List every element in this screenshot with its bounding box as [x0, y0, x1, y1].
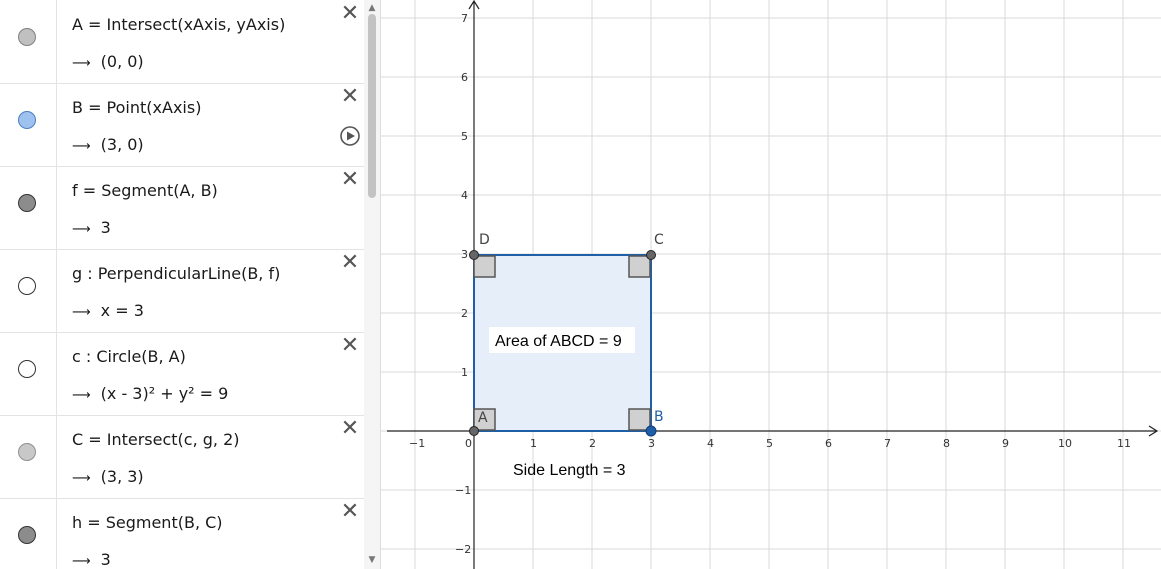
algebra-item[interactable]: f = Segment(A, B) ⟶ 3 ✕	[0, 166, 364, 250]
area-text[interactable]: Area of ABCD = 9	[495, 333, 622, 350]
algebra-item[interactable]: A = Intersect(xAxis, yAxis) ⟶ (0, 0) ✕	[0, 0, 364, 84]
item-definition[interactable]: f = Segment(A, B)	[72, 181, 218, 200]
marble-column	[0, 166, 57, 249]
marble-column	[0, 498, 57, 569]
graphics-view[interactable]: −1 0 1 2 3 4 5 6 7 8 9 10 11 7 6 5 4 3 2 1 −1 −2 A B C D Area…	[381, 0, 1161, 569]
item-value-text: 3	[100, 218, 111, 237]
item-value: ⟶ x = 3	[72, 301, 144, 320]
x-tick-label: 0	[465, 437, 472, 450]
item-value-text: 3	[100, 550, 111, 569]
item-value-text: (3, 3)	[100, 467, 144, 486]
algebra-scrollbar[interactable]: ▲ ▼	[364, 0, 380, 569]
y-tick-label: 5	[461, 130, 468, 143]
point-d[interactable]	[469, 250, 479, 260]
x-tick-label: 1	[530, 437, 537, 450]
side-length-text[interactable]: Side Length = 3	[513, 462, 626, 479]
marble-column	[0, 249, 57, 332]
close-icon[interactable]: ✕	[338, 85, 362, 109]
point-c[interactable]	[646, 250, 656, 260]
x-tick-label: −1	[409, 437, 425, 450]
item-definition[interactable]: c : Circle(B, A)	[72, 347, 186, 366]
item-value: ⟶ 3	[72, 550, 111, 569]
visibility-toggle-icon[interactable]	[18, 443, 36, 461]
x-tick-label: 11	[1117, 437, 1131, 450]
close-icon[interactable]: ✕	[338, 2, 362, 26]
visibility-toggle-icon[interactable]	[18, 277, 36, 295]
item-value: ⟶ 3	[72, 218, 111, 237]
right-angle-marker-d	[473, 255, 496, 278]
x-tick-label: 2	[589, 437, 596, 450]
play-animation-icon[interactable]	[339, 125, 361, 147]
y-tick-label: −1	[455, 484, 471, 497]
scroll-thumb[interactable]	[368, 14, 376, 198]
visibility-toggle-icon[interactable]	[18, 360, 36, 378]
output-arrow-icon: ⟶	[72, 305, 91, 320]
label-c: C	[654, 232, 664, 248]
close-icon[interactable]: ✕	[338, 251, 362, 275]
item-definition[interactable]: C = Intersect(c, g, 2)	[72, 430, 240, 449]
close-icon[interactable]: ✕	[338, 417, 362, 441]
scroll-up-icon[interactable]: ▲	[367, 3, 377, 13]
algebra-view: A = Intersect(xAxis, yAxis) ⟶ (0, 0) ✕ B = P…	[0, 0, 381, 569]
item-value: ⟶ (x - 3)² + y² = 9	[72, 384, 228, 403]
label-b: B	[654, 409, 664, 425]
visibility-toggle-icon[interactable]	[18, 28, 36, 46]
output-arrow-icon: ⟶	[72, 222, 91, 237]
item-definition[interactable]: g : PerpendicularLine(B, f)	[72, 264, 280, 283]
scroll-down-icon[interactable]: ▼	[367, 555, 377, 565]
output-arrow-icon: ⟶	[72, 471, 91, 486]
y-tick-label: 7	[461, 12, 468, 25]
output-arrow-icon: ⟶	[72, 139, 91, 154]
close-icon[interactable]: ✕	[338, 168, 362, 192]
close-icon[interactable]: ✕	[338, 500, 362, 524]
visibility-toggle-icon[interactable]	[18, 526, 36, 544]
x-tick-label: 4	[707, 437, 714, 450]
y-tick-label: 2	[461, 307, 468, 320]
x-tick-label: 7	[884, 437, 891, 450]
y-tick-label: 1	[461, 366, 468, 379]
item-value-text: x = 3	[100, 301, 144, 320]
algebra-item[interactable]: c : Circle(B, A) ⟶ (x - 3)² + y² = 9 ✕	[0, 332, 364, 416]
label-a: A	[478, 410, 488, 426]
label-d: D	[479, 232, 490, 248]
algebra-item[interactable]: C = Intersect(c, g, 2) ⟶ (3, 3) ✕	[0, 415, 364, 499]
y-tick-label: 4	[461, 189, 468, 202]
x-tick-label: 8	[943, 437, 950, 450]
output-arrow-icon: ⟶	[72, 554, 91, 569]
marble-column	[0, 415, 57, 498]
item-definition[interactable]: A = Intersect(xAxis, yAxis)	[72, 15, 285, 34]
output-arrow-icon: ⟶	[72, 56, 91, 71]
y-tick-label: 6	[461, 71, 468, 84]
marble-column	[0, 332, 57, 415]
item-value: ⟶ (3, 0)	[72, 135, 144, 154]
output-arrow-icon: ⟶	[72, 388, 91, 403]
x-tick-label: 10	[1058, 437, 1072, 450]
right-angle-marker-b	[628, 408, 651, 431]
item-value: ⟶ (3, 3)	[72, 467, 144, 486]
item-value: ⟶ (0, 0)	[72, 52, 144, 71]
y-tick-label: 3	[461, 248, 468, 261]
marble-column	[0, 83, 57, 166]
point-a[interactable]	[469, 426, 479, 436]
x-tick-label: 6	[825, 437, 832, 450]
item-value-text: (x - 3)² + y² = 9	[100, 384, 229, 403]
point-b[interactable]	[645, 425, 657, 437]
x-tick-label: 5	[766, 437, 773, 450]
right-angle-marker-c	[628, 255, 651, 278]
item-definition[interactable]: B = Point(xAxis)	[72, 98, 201, 117]
visibility-toggle-icon[interactable]	[18, 111, 36, 129]
algebra-item[interactable]: h = Segment(B, C) ⟶ 3 ✕	[0, 498, 364, 569]
item-definition[interactable]: h = Segment(B, C)	[72, 513, 223, 532]
item-value-text: (3, 0)	[100, 135, 144, 154]
algebra-item[interactable]: g : PerpendicularLine(B, f) ⟶ x = 3 ✕	[0, 249, 364, 333]
algebra-item[interactable]: B = Point(xAxis) ⟶ (3, 0) ✕	[0, 83, 364, 167]
close-icon[interactable]: ✕	[338, 334, 362, 358]
x-tick-label: 3	[648, 437, 655, 450]
y-tick-label: −2	[455, 543, 471, 556]
visibility-toggle-icon[interactable]	[18, 194, 36, 212]
item-value-text: (0, 0)	[100, 52, 144, 71]
marble-column	[0, 0, 57, 83]
x-tick-label: 9	[1002, 437, 1009, 450]
